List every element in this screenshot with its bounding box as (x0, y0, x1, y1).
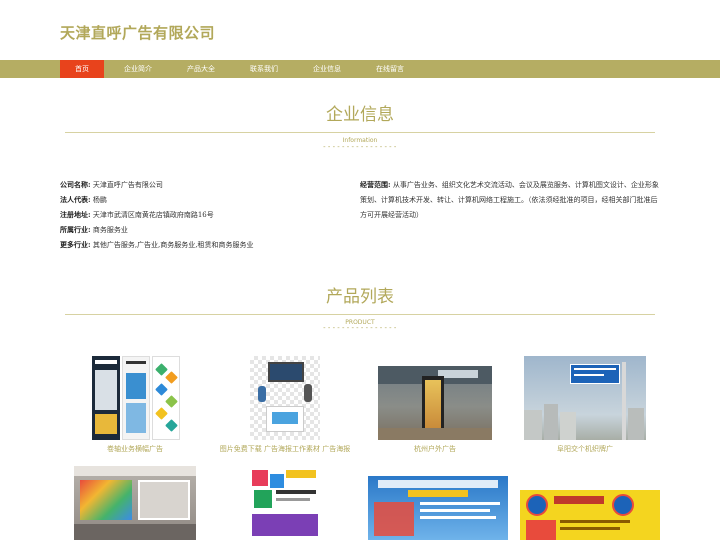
nav-item-about[interactable]: 企业简介 (116, 60, 160, 78)
product-caption[interactable]: 图片免费下载 广告海报工作素材 广告海报 (210, 444, 360, 454)
company-section-title: 企业信息 (326, 105, 394, 125)
field-label: 经营范围: (360, 180, 391, 189)
product-image-yellow-flyer[interactable] (520, 490, 660, 540)
nav-item-message[interactable]: 在线留言 (368, 60, 412, 78)
field-business-scope: 经营范围: 从事广告业务、组织文化艺术交流活动、会议及展览服务、计算机图文设计、… (360, 177, 660, 223)
product-card[interactable]: 杭州户外广告 (360, 356, 510, 456)
field-label: 公司名称: (60, 180, 91, 189)
product-caption[interactable]: 阜阳交个机织牌广 (510, 444, 660, 454)
nav-item-products[interactable]: 产品大全 (179, 60, 223, 78)
main-nav: 首页 企业简介 产品大全 联系我们 企业信息 在线留言 (0, 60, 720, 78)
field-more-industry: 更多行业: 其他广告服务,广告业,商务服务业,租赁和商务服务业 (60, 237, 350, 252)
product-card[interactable] (60, 466, 210, 540)
product-card[interactable] (510, 466, 660, 540)
field-label: 所属行业: (60, 225, 91, 234)
field-value: 其他广告服务,广告业,商务服务业,租赁和商务服务业 (92, 241, 254, 249)
product-caption[interactable]: 杭州户外广告 (360, 444, 510, 454)
field-label: 注册地址: (60, 210, 91, 219)
nav-item-contact[interactable]: 联系我们 (242, 60, 286, 78)
product-section-dashes: ---------------- (322, 324, 398, 332)
field-company-name: 公司名称: 天津直呼广告有限公司 (60, 177, 350, 192)
product-card[interactable]: 图片免费下载 广告海报工作素材 广告海报 (210, 356, 360, 456)
product-image-shop-display[interactable] (74, 466, 196, 540)
product-image-colorful-poster[interactable] (248, 466, 322, 540)
company-fields: 公司名称: 天津直呼广告有限公司 法人代表: 杨鹏 注册地址: 天津市武清区南黄… (60, 177, 350, 252)
product-card[interactable] (360, 466, 510, 540)
field-legal-rep: 法人代表: 杨鹏 (60, 192, 350, 207)
site-title: 天津直呼广告有限公司 (60, 24, 216, 42)
product-image-banner-stands[interactable] (90, 356, 180, 440)
product-card[interactable]: 卷轴业务横幅广告 (60, 356, 210, 456)
product-image-road-sign[interactable] (524, 356, 646, 440)
nav-item-company-info[interactable]: 企业信息 (305, 60, 349, 78)
product-image-poster-material[interactable] (250, 356, 320, 440)
field-industry: 所属行业: 商务服务业 (60, 222, 350, 237)
product-caption[interactable]: 卷轴业务横幅广告 (60, 444, 210, 454)
field-value: 从事广告业务、组织文化艺术交流活动、会议及展览服务、计算机图文设计、企业形象策划… (360, 181, 659, 219)
field-value: 天津直呼广告有限公司 (92, 181, 163, 189)
field-value: 商务服务业 (92, 226, 128, 234)
nav-item-home[interactable]: 首页 (60, 60, 104, 78)
product-image-outdoor-lightbox[interactable] (378, 366, 492, 440)
product-image-communications-flyer[interactable] (368, 476, 508, 540)
field-label: 法人代表: (60, 195, 91, 204)
product-card[interactable]: 阜阳交个机织牌广 (510, 356, 660, 456)
company-section-dashes: ---------------- (322, 143, 398, 151)
field-address: 注册地址: 天津市武清区南黄花店镇政府南路16号 (60, 207, 350, 222)
field-label: 更多行业: (60, 240, 91, 249)
product-section-title: 产品列表 (326, 287, 394, 307)
product-card[interactable] (210, 466, 360, 540)
field-value: 天津市武清区南黄花店镇政府南路16号 (92, 211, 214, 219)
field-value: 杨鹏 (92, 196, 107, 204)
